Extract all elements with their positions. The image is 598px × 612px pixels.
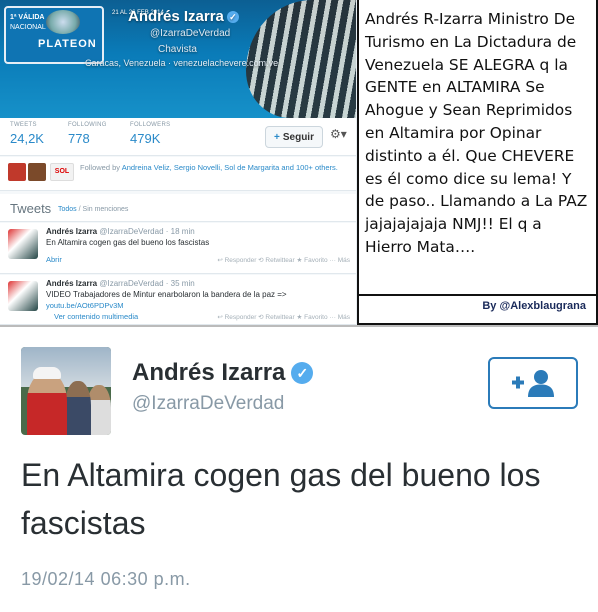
add-user-icon: + (274, 131, 280, 143)
followed-by-more[interactable]: and 100+ others. (281, 163, 338, 172)
follower-avatar-sol[interactable]: SOL (50, 163, 74, 181)
followed-by-row: SOL Followed by Andreina Veliz, Sergio N… (0, 157, 356, 191)
avatar-cap (33, 367, 61, 379)
caption-panel: Andrés R-Izarra Ministro De Turismo en L… (357, 0, 598, 325)
follower-avatar[interactable] (28, 163, 46, 181)
stat-following[interactable]: FOLLOWING 778 (68, 122, 107, 146)
tweet-body-text: En Altamira cogen gas del bueno los fasc… (21, 457, 541, 541)
tweet-item[interactable]: Andrés Izarra @IzarraDeVerdad · 35 min V… (0, 275, 356, 325)
badge-emblem (46, 10, 80, 34)
caption-text: Andrés R-Izarra Ministro De Turismo en L… (365, 10, 588, 256)
tweet-timestamp[interactable]: 19/02/14 06:30 p.m. (21, 569, 191, 590)
tweet-header: Andrés Izarra @IzarraDeVerdad · 35 min (46, 279, 195, 288)
tweets-header: Tweets Todos / Sin menciones (0, 194, 356, 222)
tweets-filter: Todos / Sin menciones (58, 206, 129, 213)
mobile-tweet-card: Andrés Izarra ✓ @IzarraDeVerdad En Altami… (0, 327, 598, 612)
tweet-media-link[interactable]: Ver contenido multimedia (54, 312, 138, 321)
avatar-person (27, 367, 67, 435)
top-composite: 1ª VÁLIDA NACIONAL PLATEON 21 AL 26 FEB … (0, 0, 598, 325)
filter-all-link[interactable]: Todos (58, 206, 77, 213)
tweet-text: VIDEO Trabajadores de Mintur enarbolaron… (46, 290, 287, 299)
followed-by-text: Followed by Andreina Veliz, Sergio Novel… (80, 163, 338, 172)
follow-button[interactable]: + Seguir (265, 126, 323, 148)
verified-icon: ✓ (291, 362, 314, 384)
tweet-author-handle[interactable]: @IzarraDeVerdad (132, 393, 284, 415)
tweet-open-link[interactable]: Abrir (46, 255, 62, 264)
follower-avatar[interactable] (8, 163, 26, 181)
tweets-title: Tweets (10, 201, 52, 216)
followed-by-names[interactable]: Andreina Veliz, Sergio Novelli, Sol de M… (122, 163, 280, 172)
tweet-avatar[interactable] (8, 281, 38, 311)
badge-line1: 1ª VÁLIDA (10, 14, 45, 21)
stat-followers[interactable]: FOLLOWERS 479K (130, 122, 170, 146)
tweet-url[interactable]: youtu.be/AOt6PDPv3M (46, 301, 124, 310)
tweet-header: Andrés Izarra @IzarraDeVerdad · 18 min (46, 227, 195, 236)
badge-line3: PLATEON (38, 38, 97, 50)
tweet-avatar[interactable] (8, 229, 38, 259)
tweet-actions[interactable]: ↩ Responder ⟲ Retwittear ★ Favorito ··· … (217, 313, 350, 321)
profile-location: Caracas, Venezuela · venezuelachevere.co… (85, 58, 279, 68)
profile-bio: Chavista (158, 44, 197, 55)
add-user-icon (512, 370, 554, 397)
avatar[interactable] (21, 347, 111, 435)
profile-name[interactable]: Andrés Izarra ✓ (128, 8, 239, 25)
tweet-actions[interactable]: ↩ Responder ⟲ Retwittear ★ Favorito ··· … (217, 256, 350, 264)
twitter-profile-screenshot: 1ª VÁLIDA NACIONAL PLATEON 21 AL 26 FEB … (0, 0, 356, 325)
verified-icon: ✓ (226, 11, 239, 24)
tweet-item[interactable]: Andrés Izarra @IzarraDeVerdad · 18 min E… (0, 223, 356, 274)
stat-tweets[interactable]: TWEETS 24,2K (10, 122, 44, 146)
badge-line2: NACIONAL (10, 24, 46, 31)
caption-divider (359, 294, 596, 296)
profile-banner: 1ª VÁLIDA NACIONAL PLATEON 21 AL 26 FEB … (0, 0, 356, 118)
avatar-person (65, 381, 91, 435)
gear-icon[interactable]: ⚙▾ (330, 127, 347, 141)
event-badge: 1ª VÁLIDA NACIONAL PLATEON (4, 6, 104, 64)
caption-credit: By @Alexblaugrana (482, 300, 586, 312)
tweet-text: En Altamira cogen gas del bueno los fasc… (46, 238, 210, 247)
profile-handle[interactable]: @IzarraDeVerdad (150, 28, 230, 39)
profile-stats-bar: TWEETS 24,2K FOLLOWING 778 FOLLOWERS 479… (0, 118, 356, 156)
tweet-author-name[interactable]: Andrés Izarra ✓ (132, 359, 314, 387)
follow-button[interactable] (488, 357, 578, 409)
